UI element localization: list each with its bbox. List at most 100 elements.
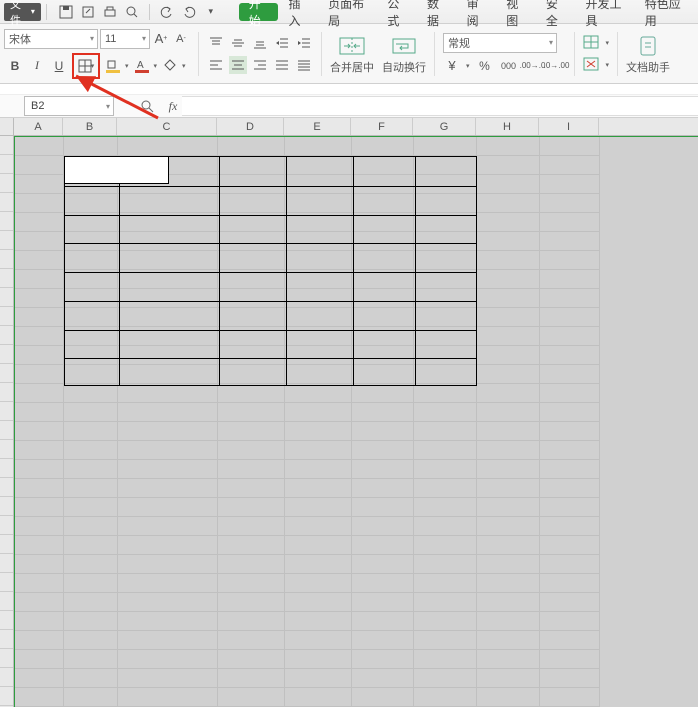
row-header[interactable] bbox=[0, 212, 13, 231]
row-header[interactable] bbox=[0, 250, 13, 269]
row-header[interactable] bbox=[0, 573, 13, 592]
tab-insert[interactable]: 插入 bbox=[278, 0, 318, 24]
zoom-formula-icon[interactable] bbox=[138, 97, 156, 115]
column-header[interactable]: F bbox=[351, 118, 413, 135]
print-icon[interactable] bbox=[102, 4, 118, 20]
row-header[interactable] bbox=[0, 630, 13, 649]
chevron-down-icon[interactable]: ▾ bbox=[466, 62, 470, 70]
align-middle-icon[interactable] bbox=[229, 34, 247, 52]
row-header[interactable] bbox=[0, 155, 13, 174]
save-icon[interactable] bbox=[58, 4, 74, 20]
chevron-down-icon[interactable]: ▾ bbox=[154, 62, 158, 70]
row-header[interactable] bbox=[0, 269, 13, 288]
row-header[interactable] bbox=[0, 326, 13, 345]
tab-formula[interactable]: 公式 bbox=[377, 0, 417, 24]
column-header[interactable]: E bbox=[284, 118, 351, 135]
row-header[interactable] bbox=[0, 402, 13, 421]
row-header[interactable] bbox=[0, 193, 13, 212]
row-header[interactable] bbox=[0, 364, 13, 383]
row-header[interactable] bbox=[0, 459, 13, 478]
font-name-combo[interactable]: 宋体▾ bbox=[4, 29, 98, 49]
decrease-font-icon[interactable]: A- bbox=[172, 30, 190, 48]
align-left-icon[interactable] bbox=[207, 56, 225, 74]
row-header[interactable] bbox=[0, 668, 13, 687]
bold-icon[interactable]: B bbox=[6, 57, 24, 75]
column-header[interactable]: H bbox=[476, 118, 539, 135]
row-header[interactable] bbox=[0, 592, 13, 611]
chevron-down-icon[interactable]: ▾ bbox=[125, 62, 129, 70]
undo-icon[interactable] bbox=[159, 4, 175, 20]
tab-view[interactable]: 视图 bbox=[496, 0, 536, 24]
tab-devtools[interactable]: 开发工具 bbox=[576, 0, 635, 24]
row-header[interactable] bbox=[0, 174, 13, 193]
tab-start[interactable]: 开始 bbox=[239, 3, 279, 21]
cells-area[interactable] bbox=[14, 136, 698, 707]
name-box[interactable]: B2 ▾ bbox=[24, 96, 114, 116]
formula-input[interactable] bbox=[182, 96, 698, 116]
border-button[interactable]: ▾ bbox=[72, 53, 100, 79]
row-header[interactable] bbox=[0, 383, 13, 402]
chevron-down-icon[interactable]: ▾ bbox=[182, 62, 186, 70]
percent-icon[interactable]: % bbox=[476, 57, 494, 75]
increase-indent-icon[interactable] bbox=[295, 34, 313, 52]
row-header[interactable] bbox=[0, 649, 13, 668]
column-header[interactable]: D bbox=[217, 118, 284, 135]
chevron-down-icon[interactable]: ▾ bbox=[606, 39, 610, 47]
row-header[interactable] bbox=[0, 421, 13, 440]
tab-features[interactable]: 特色应用 bbox=[635, 0, 694, 24]
tab-security[interactable]: 安全 bbox=[536, 0, 576, 24]
tab-review[interactable]: 审阅 bbox=[457, 0, 497, 24]
align-right-icon[interactable] bbox=[251, 56, 269, 74]
row-header[interactable] bbox=[0, 497, 13, 516]
wrap-text-button[interactable]: 自动换行 bbox=[382, 33, 426, 75]
tab-page-layout[interactable]: 页面布局 bbox=[318, 0, 377, 24]
column-header[interactable]: B bbox=[63, 118, 117, 135]
tab-data[interactable]: 数据 bbox=[417, 0, 457, 24]
merge-center-button[interactable]: 合并居中 bbox=[330, 33, 374, 75]
preview-icon[interactable] bbox=[124, 4, 140, 20]
row-header[interactable] bbox=[0, 611, 13, 630]
select-all-corner[interactable] bbox=[0, 118, 14, 135]
column-header[interactable]: C bbox=[117, 118, 217, 135]
column-header[interactable]: I bbox=[539, 118, 599, 135]
active-cell[interactable] bbox=[64, 156, 169, 184]
distribute-icon[interactable] bbox=[295, 56, 313, 74]
column-header[interactable]: G bbox=[413, 118, 476, 135]
row-header[interactable] bbox=[0, 345, 13, 364]
delete-cell-icon[interactable] bbox=[583, 56, 601, 74]
insert-cell-icon[interactable] bbox=[583, 34, 601, 52]
comma-icon[interactable]: 000 bbox=[500, 57, 518, 75]
font-color-icon[interactable]: A bbox=[133, 57, 151, 75]
justify-icon[interactable] bbox=[273, 56, 291, 74]
row-header[interactable] bbox=[0, 440, 13, 459]
increase-decimal-icon[interactable]: .00→.0 bbox=[524, 57, 542, 75]
row-header[interactable] bbox=[0, 288, 13, 307]
format-painter-icon[interactable] bbox=[161, 57, 179, 75]
row-header[interactable] bbox=[0, 687, 13, 706]
row-header[interactable] bbox=[0, 516, 13, 535]
decrease-decimal-icon[interactable]: .0→.00 bbox=[548, 57, 566, 75]
align-bottom-icon[interactable] bbox=[251, 34, 269, 52]
decrease-indent-icon[interactable] bbox=[273, 34, 291, 52]
column-header[interactable]: A bbox=[14, 118, 63, 135]
number-format-combo[interactable]: 常规▾ bbox=[443, 33, 557, 53]
row-header[interactable] bbox=[0, 554, 13, 573]
row-header[interactable] bbox=[0, 478, 13, 497]
row-header[interactable] bbox=[0, 231, 13, 250]
currency-icon[interactable]: ¥ bbox=[443, 57, 461, 75]
doc-helper-button[interactable]: 文档助手 bbox=[626, 33, 670, 75]
row-header[interactable] bbox=[0, 535, 13, 554]
chevron-down-icon[interactable]: ▾ bbox=[606, 61, 610, 69]
file-menu-button[interactable]: 文件 ▾ bbox=[4, 3, 41, 21]
row-header[interactable] bbox=[0, 136, 13, 155]
fill-color-icon[interactable] bbox=[104, 57, 122, 75]
print-preview-icon[interactable] bbox=[80, 4, 96, 20]
fx-icon[interactable]: fx bbox=[164, 97, 182, 115]
italic-icon[interactable]: I bbox=[28, 57, 46, 75]
increase-font-icon[interactable]: A+ bbox=[152, 30, 170, 48]
align-center-icon[interactable] bbox=[229, 56, 247, 74]
redo-icon[interactable] bbox=[181, 4, 197, 20]
row-header[interactable] bbox=[0, 307, 13, 326]
font-size-combo[interactable]: 11▾ bbox=[100, 29, 150, 49]
qat-dropdown-icon[interactable]: ▾ bbox=[203, 4, 219, 20]
